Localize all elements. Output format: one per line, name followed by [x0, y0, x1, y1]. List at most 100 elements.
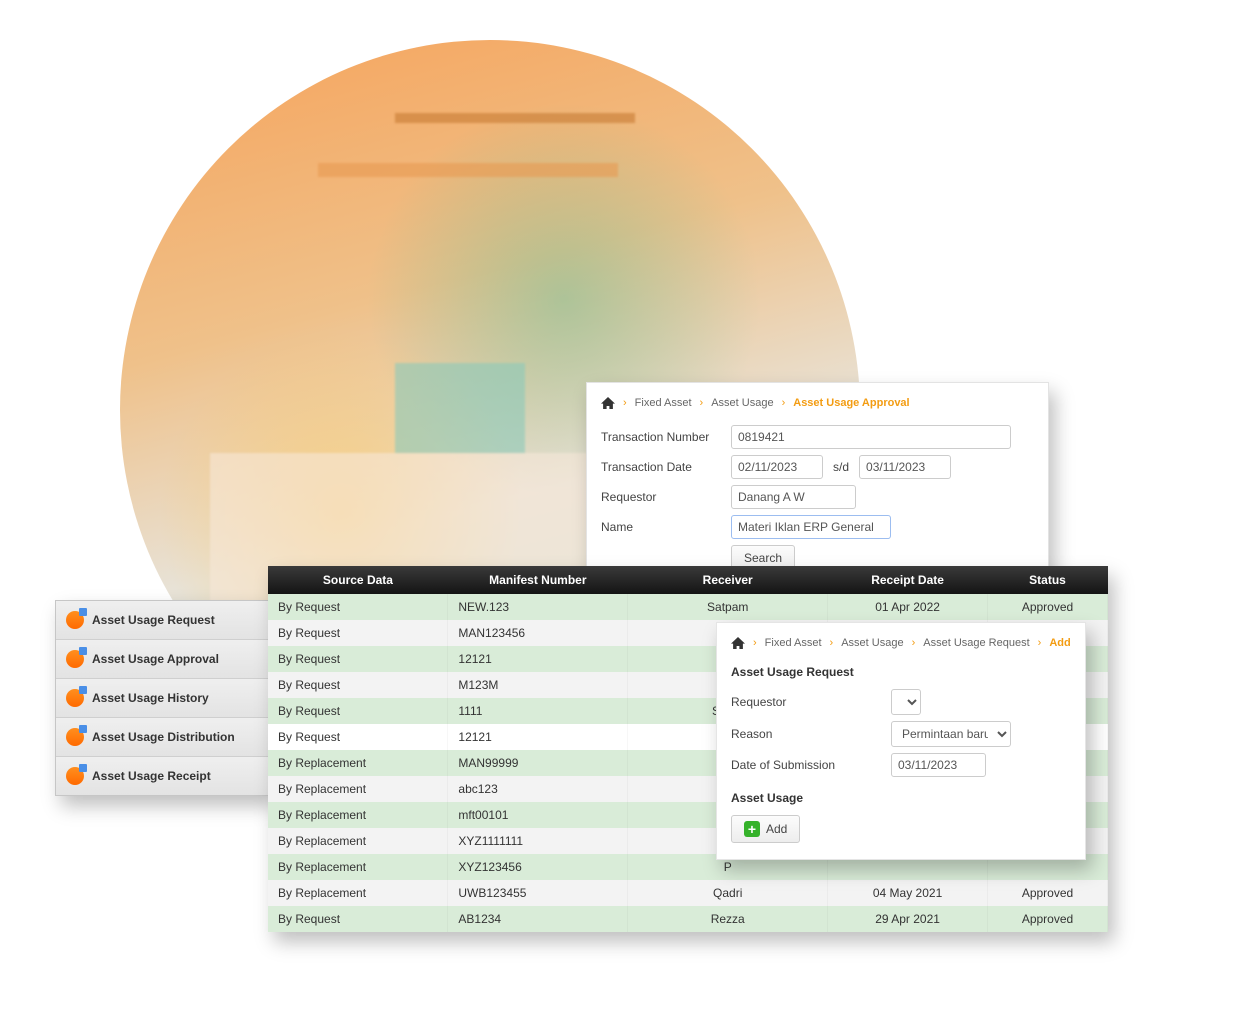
sidebar-item-history[interactable]: Asset Usage History [56, 679, 269, 718]
table-cell: By Request [268, 724, 448, 750]
section-title-usage: Asset Usage [731, 791, 1071, 805]
sidebar-item-label: Asset Usage History [92, 691, 209, 705]
table-cell: By Replacement [268, 750, 448, 776]
table-cell: MAN123456 [448, 620, 628, 646]
table-cell: By Replacement [268, 828, 448, 854]
table-cell: AB1234 [448, 906, 628, 932]
asset-icon [66, 767, 84, 785]
col-receipt-date[interactable]: Receipt Date [828, 566, 988, 594]
requestor-select[interactable] [891, 689, 921, 715]
table-cell: By Request [268, 594, 448, 620]
asset-icon [66, 728, 84, 746]
breadcrumb: › Fixed Asset › Asset Usage › Asset Usag… [731, 633, 1071, 659]
table-cell: By Request [268, 646, 448, 672]
date-submission-input[interactable] [891, 753, 986, 777]
table-cell: By Replacement [268, 880, 448, 906]
home-icon[interactable] [731, 637, 745, 649]
add-button[interactable]: + Add [731, 815, 800, 843]
table-cell: Approved [988, 906, 1108, 932]
table-cell: Approved [988, 594, 1108, 620]
crumb-fixed-asset[interactable]: Fixed Asset [635, 397, 692, 409]
col-status[interactable]: Status [988, 566, 1108, 594]
col-source-data[interactable]: Source Data [268, 566, 448, 594]
sidebar-item-label: Asset Usage Distribution [92, 730, 235, 744]
crumb-asset-usage[interactable]: Asset Usage [841, 637, 903, 649]
crumb-asset-usage-request[interactable]: Asset Usage Request [923, 637, 1029, 649]
sidebar-item-receipt[interactable]: Asset Usage Receipt [56, 757, 269, 795]
table-cell: By Replacement [268, 802, 448, 828]
table-header-row: Source Data Manifest Number Receiver Rec… [268, 566, 1108, 594]
sidebar-item-request[interactable]: Asset Usage Request [56, 601, 269, 640]
table-row[interactable]: By RequestAB1234Rezza29 Apr 2021Approved [268, 906, 1108, 932]
crumb-fixed-asset[interactable]: Fixed Asset [765, 637, 822, 649]
reason-select[interactable]: Permintaan baru [891, 721, 1011, 747]
table-cell: By Replacement [268, 776, 448, 802]
table-cell: By Request [268, 672, 448, 698]
breadcrumb: › Fixed Asset › Asset Usage › Asset Usag… [601, 393, 1034, 419]
table-cell: mft00101 [448, 802, 628, 828]
label-date-submission: Date of Submission [731, 758, 881, 772]
asset-icon [66, 650, 84, 668]
sidebar-item-distribution[interactable]: Asset Usage Distribution [56, 718, 269, 757]
table-cell: By Replacement [268, 854, 448, 880]
table-cell: MAN99999 [448, 750, 628, 776]
label-name: Name [601, 520, 721, 534]
table-cell: By Request [268, 906, 448, 932]
table-cell: abc123 [448, 776, 628, 802]
table-cell: Rezza [628, 906, 828, 932]
table-cell: Satpam [628, 594, 828, 620]
table-cell: By Request [268, 698, 448, 724]
label-reason: Reason [731, 727, 881, 741]
requestor-input[interactable] [731, 485, 856, 509]
crumb-asset-usage[interactable]: Asset Usage [711, 397, 773, 409]
chevron-right-icon: › [830, 637, 834, 649]
table-cell: 01 Apr 2022 [828, 594, 988, 620]
table-cell: Qadri [628, 880, 828, 906]
asset-icon [66, 689, 84, 707]
table-cell: 12121 [448, 646, 628, 672]
chevron-right-icon: › [782, 397, 786, 409]
table-cell: NEW.123 [448, 594, 628, 620]
table-cell: 29 Apr 2021 [828, 906, 988, 932]
chevron-right-icon: › [623, 397, 627, 409]
plus-icon: + [744, 821, 760, 837]
table-cell: Approved [988, 880, 1108, 906]
table-cell: UWB123455 [448, 880, 628, 906]
sidebar-item-label: Asset Usage Receipt [92, 769, 211, 783]
crumb-add: Add [1049, 637, 1070, 649]
table-cell: By Request [268, 620, 448, 646]
section-title-request: Asset Usage Request [731, 665, 1071, 679]
label-requestor: Requestor [601, 490, 721, 504]
add-button-label: Add [766, 822, 787, 836]
sidebar-menu: Asset Usage Request Asset Usage Approval… [55, 600, 270, 796]
table-cell: XYZ1111111 [448, 828, 628, 854]
chevron-right-icon: › [700, 397, 704, 409]
label-transaction-date: Transaction Date [601, 460, 721, 474]
crumb-asset-usage-approval: Asset Usage Approval [793, 397, 909, 409]
sidebar-item-label: Asset Usage Approval [92, 652, 219, 666]
sidebar-item-label: Asset Usage Request [92, 613, 215, 627]
col-manifest-number[interactable]: Manifest Number [448, 566, 628, 594]
name-input[interactable] [731, 515, 891, 539]
table-row[interactable]: By ReplacementUWB123455Qadri04 May 2021A… [268, 880, 1108, 906]
request-panel: › Fixed Asset › Asset Usage › Asset Usag… [716, 622, 1086, 860]
table-cell: 12121 [448, 724, 628, 750]
asset-icon [66, 611, 84, 629]
transaction-number-input[interactable] [731, 425, 1011, 449]
label-transaction-number: Transaction Number [601, 430, 721, 444]
approval-panel: › Fixed Asset › Asset Usage › Asset Usag… [586, 382, 1049, 592]
table-cell: XYZ123456 [448, 854, 628, 880]
date-from-input[interactable] [731, 455, 823, 479]
chevron-right-icon: › [1038, 637, 1042, 649]
date-range-separator: s/d [833, 460, 849, 474]
home-icon[interactable] [601, 397, 615, 409]
sidebar-item-approval[interactable]: Asset Usage Approval [56, 640, 269, 679]
col-receiver[interactable]: Receiver [628, 566, 828, 594]
table-cell: M123M [448, 672, 628, 698]
label-requestor: Requestor [731, 695, 881, 709]
chevron-right-icon: › [753, 637, 757, 649]
table-row[interactable]: By RequestNEW.123Satpam01 Apr 2022Approv… [268, 594, 1108, 620]
date-to-input[interactable] [859, 455, 951, 479]
table-cell: 1111 [448, 698, 628, 724]
chevron-right-icon: › [912, 637, 916, 649]
